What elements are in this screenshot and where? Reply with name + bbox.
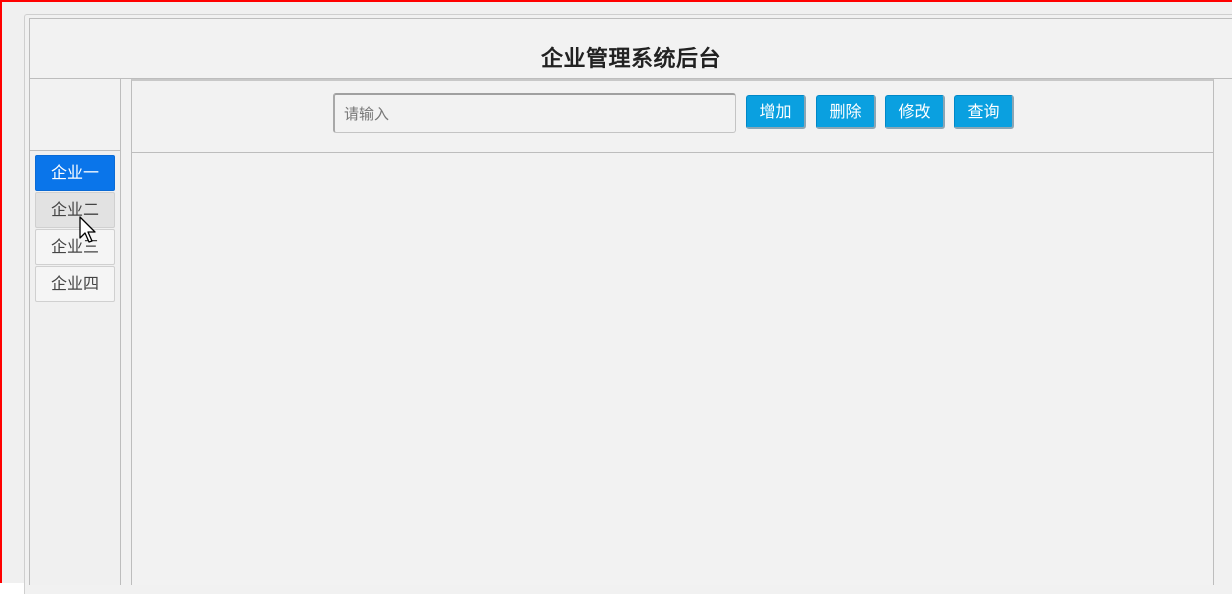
sidebar-item-company-1[interactable]: 企业一 bbox=[35, 155, 115, 191]
main-content: 增加 删除 修改 查询 bbox=[131, 79, 1214, 585]
delete-button[interactable]: 删除 bbox=[816, 95, 876, 129]
search-input[interactable] bbox=[333, 93, 736, 133]
header-bar: 企业管理系统后台 bbox=[29, 18, 1232, 79]
mouse-pointer-icon bbox=[79, 216, 96, 243]
sidebar-item-company-4[interactable]: 企业四 bbox=[35, 266, 115, 302]
modify-button[interactable]: 修改 bbox=[885, 95, 945, 129]
sidebar: 企业一 企业二 企业三 企业四 bbox=[30, 150, 120, 585]
app-window: 企业管理系统后台 企业一 企业二 企业三 企业四 增加 删除 修改 查询 bbox=[0, 0, 1232, 594]
query-button[interactable]: 查询 bbox=[954, 95, 1014, 129]
toolbar: 增加 删除 修改 查询 bbox=[132, 81, 1213, 153]
page-title: 企业管理系统后台 bbox=[540, 47, 721, 72]
sidebar-item-company-3[interactable]: 企业三 bbox=[35, 229, 115, 265]
sidebar-item-company-2[interactable]: 企业二 bbox=[35, 192, 115, 228]
add-button[interactable]: 增加 bbox=[746, 95, 806, 129]
